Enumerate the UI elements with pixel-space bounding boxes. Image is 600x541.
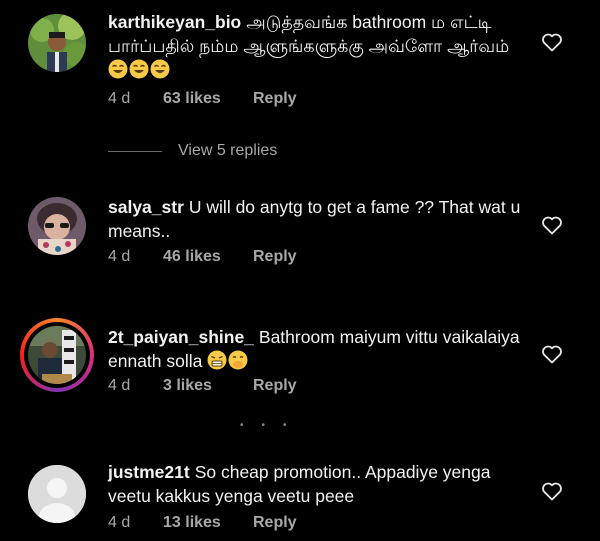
laughing-emoji: [108, 59, 128, 79]
heart-outline-icon[interactable]: [540, 342, 564, 366]
avatar: [28, 326, 86, 384]
grimace-emoji: [207, 350, 227, 370]
heart-outline-icon[interactable]: [540, 479, 564, 503]
reply-button[interactable]: Reply: [253, 514, 297, 532]
story-ring-avatar[interactable]: [20, 318, 94, 392]
comment-text: justme21t So cheap promotion.. Appadiye y…: [108, 460, 528, 508]
comment-meta: 4 d 13 likes Reply: [108, 514, 297, 532]
comment-username[interactable]: justme21t: [108, 462, 190, 482]
comment-time: 4 d: [108, 377, 131, 394]
laughing-emoji: [150, 59, 170, 79]
reply-button[interactable]: Reply: [253, 248, 297, 266]
view-replies[interactable]: View 5 replies: [108, 141, 277, 161]
avatar-photo: [28, 197, 86, 255]
comment-meta: 4 d 3 likes Reply: [108, 377, 297, 395]
likes-count[interactable]: 3 likes: [163, 377, 253, 395]
hand-over-mouth-emoji: [228, 350, 248, 370]
default-avatar-silhouette: [28, 465, 86, 523]
likes-count[interactable]: 63 likes: [163, 90, 253, 108]
avatar[interactable]: [28, 14, 86, 72]
comment-meta: 4 d 63 likes Reply: [108, 90, 297, 108]
avatar[interactable]: [28, 197, 86, 255]
comment-time: 4 d: [108, 248, 131, 265]
default-avatar-icon[interactable]: [28, 465, 86, 523]
likes-count[interactable]: 13 likes: [163, 514, 253, 532]
comment-time: 4 d: [108, 90, 131, 107]
avatar-photo: [28, 14, 86, 72]
reply-button[interactable]: Reply: [253, 90, 297, 108]
comment-username[interactable]: salya_str: [108, 197, 184, 217]
likes-count[interactable]: 46 likes: [163, 248, 253, 266]
comment-text: karthikeyan_bio அடுத்தவங்க bathroom ம எட்…: [108, 10, 528, 82]
reply-button[interactable]: Reply: [253, 377, 297, 395]
comment-time: 4 d: [108, 514, 131, 531]
heart-outline-icon[interactable]: [540, 30, 564, 54]
comment-username[interactable]: karthikeyan_bio: [108, 12, 241, 32]
avatar-photo: [28, 326, 86, 384]
view-replies-label[interactable]: View 5 replies: [178, 142, 277, 160]
heart-outline-icon[interactable]: [540, 213, 564, 237]
comment-username[interactable]: 2t_paiyan_shine_: [108, 327, 254, 347]
loading-indicator: •••: [240, 420, 305, 431]
comment-text: salya_str U will do anytg to get a fame ?…: [108, 195, 528, 243]
comment-meta: 4 d 46 likes Reply: [108, 248, 297, 266]
laughing-emoji: [129, 59, 149, 79]
comment-text: 2t_paiyan_shine_ Bathroom maiyum vittu va…: [108, 325, 528, 373]
replies-divider: [108, 150, 162, 152]
